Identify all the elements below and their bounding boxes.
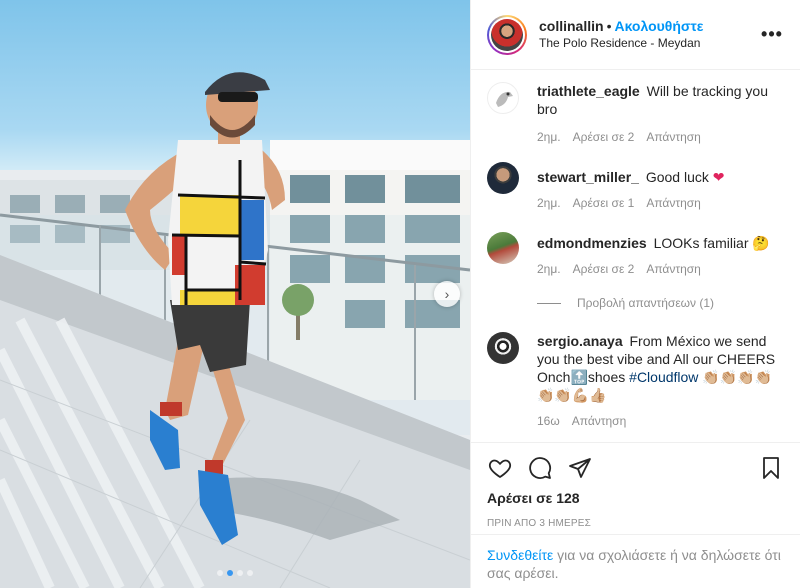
follow-button[interactable]: Ακολουθήστε xyxy=(614,18,703,34)
comment-username[interactable]: triathlete_eagle xyxy=(537,83,640,99)
comments-list[interactable]: triathlete_eagle Will be tracking you br… xyxy=(471,70,800,442)
reply-button[interactable]: Απάντηση xyxy=(646,130,701,144)
post-actions: Αρέσει σε 128 ΠΡΙΝ ΑΠΟ 3 ΗΜΕΡΕΣ xyxy=(471,442,800,529)
commenter-avatar[interactable] xyxy=(487,332,519,364)
author-avatar[interactable] xyxy=(487,14,527,55)
comment-age: 2ημ. xyxy=(537,262,561,276)
author-info: collinallin • Ακολουθήστε The Polo Residen… xyxy=(539,18,760,52)
comment-likes[interactable]: Αρέσει σε 2 xyxy=(573,262,635,276)
share-icon[interactable] xyxy=(567,455,593,481)
separator-dot: • xyxy=(606,17,612,34)
heart-icon[interactable] xyxy=(487,455,513,481)
comment-username[interactable]: stewart_miller_ xyxy=(537,169,639,185)
thinking-emoji-icon: 🤔 xyxy=(752,235,770,251)
comment-username[interactable]: sergio.anaya xyxy=(537,333,623,349)
more-options-icon[interactable]: ••• xyxy=(760,24,784,45)
carousel-dot xyxy=(217,570,223,576)
comment-likes[interactable]: Αρέσει σε 1 xyxy=(573,196,635,210)
post-location[interactable]: The Polo Residence - Meydan xyxy=(539,35,760,52)
commenter-avatar[interactable] xyxy=(487,232,519,264)
replies-divider xyxy=(537,302,561,304)
comment-item: triathlete_eagle Will be tracking you br… xyxy=(487,82,784,144)
next-slide-arrow-icon[interactable]: › xyxy=(434,281,460,307)
carousel-dot-active xyxy=(227,570,233,576)
hashtag-link[interactable]: #Cloudflow xyxy=(629,369,698,385)
view-replies-button[interactable]: Προβολή απαντήσεων (1) xyxy=(537,296,784,310)
comment-icon[interactable] xyxy=(527,455,553,481)
comment-age: 2ημ. xyxy=(537,130,561,144)
comment-text: LOOKs familiar xyxy=(653,235,749,251)
login-link[interactable]: Συνδεθείτε xyxy=(487,547,553,563)
comment-likes[interactable]: Αρέσει σε 2 xyxy=(573,130,635,144)
comment-age: 2ημ. xyxy=(537,196,561,210)
comment-age: 16ω xyxy=(537,414,560,428)
carousel-dots xyxy=(0,570,470,576)
bookmark-icon[interactable] xyxy=(758,455,784,481)
heart-emoji-icon: ❤ xyxy=(712,169,725,185)
post-time-ago[interactable]: ΠΡΙΝ ΑΠΟ 3 ΗΜΕΡΕΣ xyxy=(487,518,784,529)
comment-text: Good luck xyxy=(645,169,709,185)
reply-button[interactable]: Απάντηση xyxy=(646,196,701,210)
login-prompt: Συνδεθείτε για να σχολιάσετε ή να δηλώσε… xyxy=(471,534,800,582)
photo-scene xyxy=(0,72,470,588)
post-photo[interactable]: › xyxy=(0,0,470,588)
author-username[interactable]: collinallin xyxy=(539,18,604,34)
likes-count[interactable]: Αρέσει σε 128 xyxy=(487,490,784,506)
commenter-avatar[interactable] xyxy=(487,82,519,114)
action-icons-row xyxy=(487,443,784,493)
comment-item: sergio.anaya From México we send you the… xyxy=(487,332,784,428)
commenter-avatar[interactable] xyxy=(487,162,519,194)
carousel-dot xyxy=(247,570,253,576)
comment-item: edmondmenzies LOOKs familiar 🤔 2ημ. Αρέσ… xyxy=(487,232,784,310)
comment-username[interactable]: edmondmenzies xyxy=(537,235,647,251)
carousel-dot xyxy=(237,570,243,576)
reply-button[interactable]: Απάντηση xyxy=(572,414,627,428)
reply-button[interactable]: Απάντηση xyxy=(646,262,701,276)
post-header: collinallin • Ακολουθήστε The Polo Residen… xyxy=(471,0,800,70)
post-side-panel: collinallin • Ακολουθήστε The Polo Residen… xyxy=(470,0,800,588)
view-replies-label[interactable]: Προβολή απαντήσεων (1) xyxy=(577,296,714,310)
comment-item: stewart_miller_ Good luck ❤ 2ημ. Αρέσει … xyxy=(487,162,784,210)
